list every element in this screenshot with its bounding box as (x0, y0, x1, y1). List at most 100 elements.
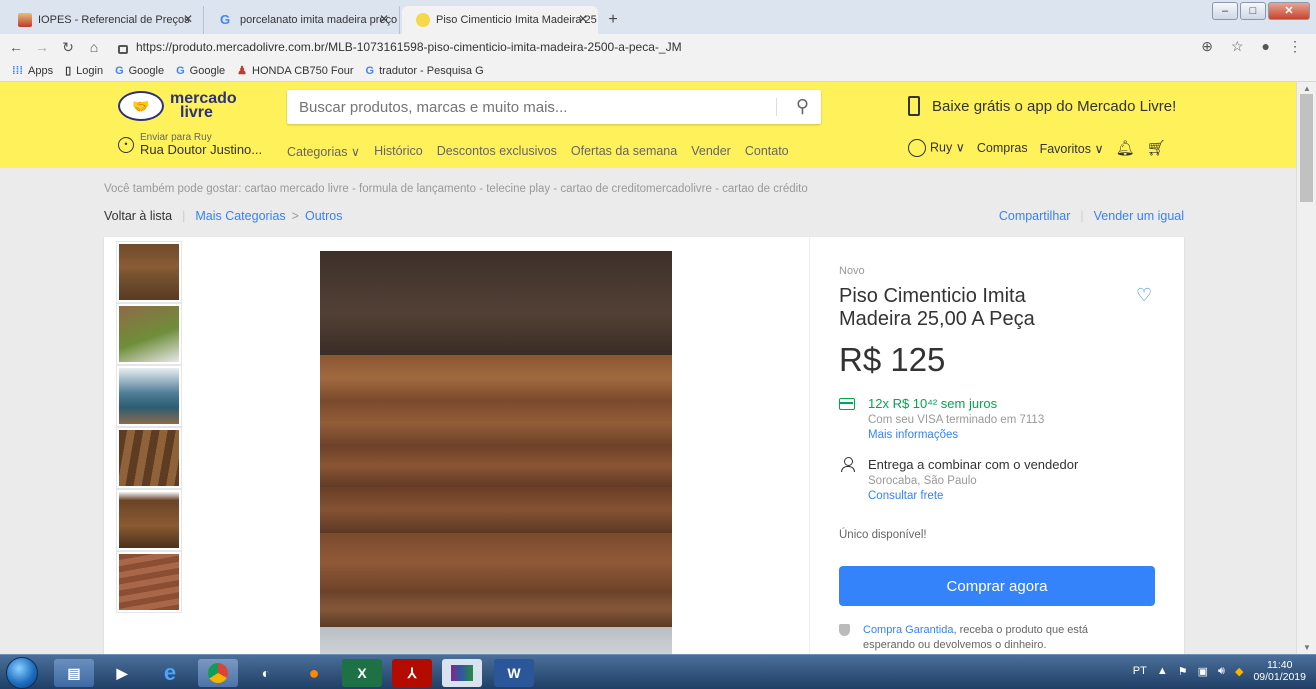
back-arrow-icon[interactable]: ← (6, 39, 26, 55)
page-scrollbar[interactable]: ▲ ▼ (1296, 82, 1316, 654)
menu-dots-icon[interactable]: ⋮ (1288, 38, 1302, 55)
credit-card-icon (839, 398, 855, 410)
excel-icon[interactable]: X (342, 659, 382, 687)
language-indicator[interactable]: PT (1133, 665, 1147, 677)
share-link[interactable]: Compartilhar (999, 209, 1071, 223)
close-tab-icon[interactable]: ✕ (379, 12, 389, 26)
nav-vender[interactable]: Vender (691, 144, 731, 159)
scroll-down-icon[interactable]: ▼ (1297, 643, 1316, 652)
winrar-icon[interactable] (442, 659, 482, 687)
bookmark-login[interactable]: ▯ Login (65, 64, 103, 78)
shield-icon (839, 624, 850, 636)
browser-tab-strip: IOPES - Referencial de Preços ✕ G porcel… (0, 0, 1316, 34)
bookmark-star-icon[interactable]: ☆ (1231, 38, 1244, 55)
chevron-right-icon: > (291, 209, 299, 223)
search-icon[interactable]: ⚲ (796, 96, 809, 117)
tab-mercadolivre[interactable]: Piso Cimenticio Imita Madeira 25 ✕ (402, 6, 598, 34)
nav-ofertas[interactable]: Ofertas da semana (571, 144, 677, 159)
address-bar[interactable]: https://produto.mercadolivre.com.br/MLB-… (118, 37, 1198, 57)
thumbnail[interactable] (116, 241, 182, 303)
action-center-icon[interactable]: ⚑ (1178, 665, 1188, 678)
system-tray: PT ▲ ⚑ ▣ 🔊︎ ◆ 11:40 09/01/2019 (1133, 659, 1306, 683)
bookmark-apps[interactable]: ⁞⁞⁞ Apps (12, 65, 53, 77)
ship-to-location[interactable]: • Enviar para Ruy Rua Doutor Justino... (118, 132, 262, 157)
user-avatar-icon (908, 139, 926, 157)
breadcrumb-outros[interactable]: Outros (305, 209, 343, 223)
breadcrumb: Voltar à lista | Mais Categorias > Outro… (104, 209, 343, 223)
purchases-link[interactable]: Compras (977, 141, 1028, 155)
person-icon (841, 457, 855, 472)
network-icon[interactable]: ▣ (1198, 665, 1208, 678)
back-to-list-link[interactable]: Voltar à lista (104, 209, 172, 223)
delivery-block: Entrega a combinar com o vendedor Soroca… (839, 457, 1078, 502)
search-box: ⚲ (287, 90, 821, 124)
guarantee-link[interactable]: Compra Garantida (863, 624, 954, 636)
word-icon[interactable]: W (494, 659, 534, 687)
acrobat-icon[interactable]: ⅄ (392, 659, 432, 687)
cart-icon[interactable]: 🛒︎ (1147, 139, 1166, 157)
favorites-link[interactable]: Favoritos ∨ (1040, 141, 1104, 156)
nav-historico[interactable]: Histórico (374, 144, 423, 159)
zoom-icon[interactable]: ⊕ (1201, 38, 1213, 55)
heart-icon[interactable]: ♡ (1136, 285, 1152, 306)
clock[interactable]: 11:40 09/01/2019 (1253, 659, 1306, 683)
product-info-panel: Novo Piso Cimenticio Imita Madeira 25,00… (809, 237, 1184, 657)
bookmark-tradutor[interactable]: Gtradutor - Pesquisa G (366, 65, 484, 77)
tab-favicon-icon (18, 13, 32, 27)
nav-contato[interactable]: Contato (745, 144, 789, 159)
thumbnail[interactable] (116, 427, 182, 489)
breadcrumb-mais-categorias[interactable]: Mais Categorias (195, 209, 285, 223)
home-icon[interactable]: ⌂ (84, 39, 104, 55)
nav-categorias[interactable]: Categorias ∨ (287, 144, 360, 159)
product-main-image[interactable] (320, 251, 672, 657)
sell-similar-link[interactable]: Vender um igual (1094, 209, 1184, 223)
bookmark-google[interactable]: G Google (115, 65, 164, 77)
maximize-button[interactable]: □ (1240, 2, 1266, 20)
minimize-button[interactable]: – (1212, 2, 1238, 20)
explorer-icon[interactable]: ▤ (54, 659, 94, 687)
scroll-up-icon[interactable]: ▲ (1297, 84, 1316, 93)
search-input[interactable] (287, 90, 767, 124)
bookmark-honda[interactable]: ♟ HONDA CB750 Four (237, 64, 353, 78)
more-info-link[interactable]: Mais informações (868, 429, 1044, 441)
bell-icon[interactable]: 🔔︎ (1116, 139, 1135, 157)
app-download-banner[interactable]: Baixe grátis o app do Mercado Livre! (908, 96, 1176, 116)
installments-block: 12x R$ 10⁴² sem juros Com seu VISA termi… (839, 396, 1044, 441)
reload-icon[interactable]: ↻ (58, 39, 78, 56)
firefox-icon[interactable]: ● (294, 659, 334, 687)
user-account[interactable]: Ruy ∨ (908, 139, 965, 157)
close-tab-icon[interactable]: ✕ (183, 12, 193, 26)
thumbnail-gallery (116, 241, 184, 613)
buy-now-button[interactable]: Comprar agora (839, 566, 1155, 606)
start-button[interactable] (6, 657, 38, 689)
media-player-icon[interactable]: ▶ (102, 659, 142, 687)
check-shipping-link[interactable]: Consultar frete (868, 490, 1078, 502)
scrollbar-thumb[interactable] (1300, 94, 1313, 202)
thumbnail[interactable] (116, 551, 182, 613)
tab-google-search[interactable]: G porcelanato imita madeira preço ✕ (206, 6, 400, 34)
tray-expand-icon[interactable]: ▲ (1157, 665, 1168, 677)
close-tab-icon[interactable]: ✕ (578, 12, 588, 26)
internet-explorer-icon[interactable]: e (150, 659, 190, 687)
close-window-button[interactable]: ✕ (1268, 2, 1310, 20)
network-app-icon[interactable]: ◐ (246, 659, 286, 687)
header-nav: Categorias ∨ Histórico Descontos exclusi… (287, 144, 789, 159)
thumbnail[interactable] (116, 489, 182, 551)
tab-iopes[interactable]: IOPES - Referencial de Preços ✕ (4, 6, 204, 34)
volume-icon[interactable]: 🔊︎ (1218, 665, 1225, 678)
profile-icon[interactable]: ● (1262, 38, 1270, 55)
thumbnail[interactable] (116, 303, 182, 365)
bookmark-google-2[interactable]: G Google (176, 65, 225, 77)
google-icon: G (365, 64, 375, 77)
mercadolivre-favicon-icon (416, 13, 430, 27)
update-icon[interactable]: ◆ (1235, 665, 1243, 678)
new-tab-button[interactable]: + (602, 10, 624, 30)
google-icon: G (115, 64, 124, 77)
mercadolivre-logo[interactable]: 🤝 mercado livre (118, 91, 237, 121)
chrome-icon[interactable] (198, 659, 238, 687)
nav-descontos[interactable]: Descontos exclusivos (437, 144, 557, 159)
forward-arrow-icon[interactable]: → (32, 39, 52, 55)
product-card: Novo Piso Cimenticio Imita Madeira 25,00… (104, 237, 1184, 657)
thumbnail[interactable] (116, 365, 182, 427)
listing-actions: Compartilhar | Vender um igual (998, 209, 1184, 223)
